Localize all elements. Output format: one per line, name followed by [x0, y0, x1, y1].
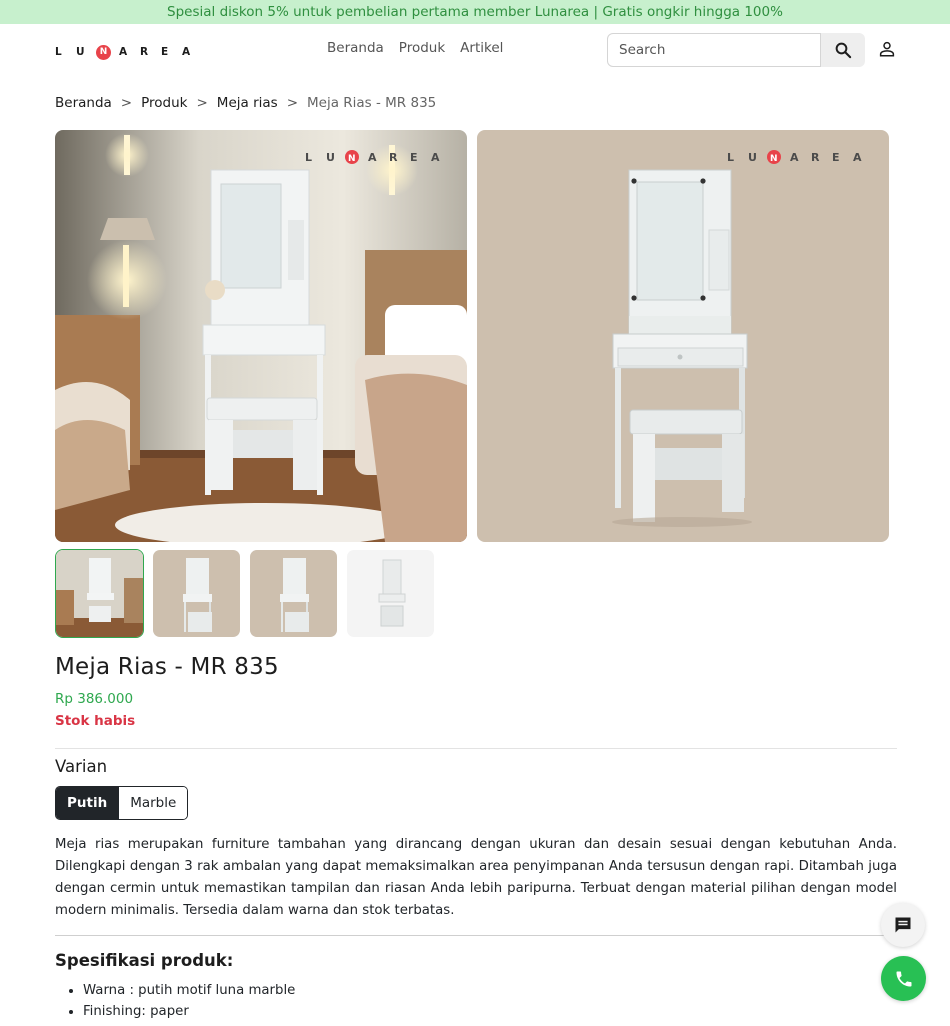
- search-bar: [607, 33, 865, 67]
- thumbnail-2[interactable]: [152, 549, 241, 638]
- product-image-secondary[interactable]: LU N AREA: [477, 130, 889, 542]
- logo-letter: A: [182, 46, 191, 58]
- svg-text:A: A: [431, 151, 440, 164]
- promo-banner: Spesial diskon 5% untuk pembelian pertam…: [0, 0, 950, 24]
- user-account-button[interactable]: [876, 38, 898, 60]
- nav-item-artikel[interactable]: Artikel: [460, 40, 503, 56]
- logo-letter: L: [55, 46, 62, 58]
- variant-label: Varian: [55, 757, 108, 776]
- breadcrumb-beranda[interactable]: Beranda: [55, 95, 112, 111]
- product-description: Meja rias merupakan furniture tambahan y…: [55, 837, 897, 918]
- thumbnail-3[interactable]: [249, 549, 338, 638]
- user-icon: [879, 41, 895, 57]
- phone-icon: [896, 971, 911, 986]
- breadcrumb-separator: >: [286, 95, 298, 111]
- stock-status: Stok habis: [55, 713, 136, 729]
- main-nav: Beranda Produk Artikel: [327, 40, 503, 56]
- svg-text:L: L: [305, 151, 312, 164]
- thumbnail-image: [153, 550, 240, 637]
- svg-text:A: A: [790, 151, 799, 164]
- svg-text:A: A: [853, 151, 862, 164]
- logo-letter: R: [140, 46, 149, 58]
- search-button[interactable]: [821, 33, 865, 67]
- svg-text:U: U: [748, 151, 757, 164]
- specs-title: Spesifikasi produk:: [55, 951, 234, 970]
- chat-icon: [895, 917, 911, 933]
- logo-letter-accent: N: [96, 44, 111, 60]
- svg-text:A: A: [368, 151, 377, 164]
- thumbnail-4[interactable]: [346, 549, 435, 638]
- thumbnail-strip: [55, 549, 435, 638]
- svg-text:L: L: [727, 151, 734, 164]
- product-title: Meja Rias - MR 835: [55, 654, 279, 680]
- breadcrumb-separator: >: [196, 95, 208, 111]
- breadcrumb-meja-rias[interactable]: Meja rias: [217, 95, 278, 111]
- call-button[interactable]: [881, 956, 926, 1001]
- search-input[interactable]: [607, 33, 821, 67]
- product-image-main[interactable]: LU N AREA: [55, 130, 467, 542]
- product-photo-studio: LU N AREA: [477, 130, 889, 542]
- search-icon: [835, 42, 852, 59]
- variant-selector: Putih Marble: [55, 786, 189, 820]
- brand-logo[interactable]: L U N A R E A: [55, 41, 203, 63]
- svg-text:R: R: [811, 151, 820, 164]
- breadcrumb-separator: >: [120, 95, 133, 111]
- logo-letter: E: [161, 46, 169, 58]
- variant-option-marble[interactable]: Marble: [118, 787, 188, 819]
- spec-item: Warna : putih motif luna marble: [83, 980, 295, 1001]
- chat-button[interactable]: [881, 903, 925, 947]
- breadcrumb-current: Meja Rias - MR 835: [307, 95, 437, 111]
- divider: [55, 748, 897, 749]
- divider: [55, 935, 897, 936]
- svg-text:U: U: [326, 151, 335, 164]
- logo-letter: A: [119, 46, 128, 58]
- breadcrumb-produk[interactable]: Produk: [141, 95, 187, 111]
- specs-list: Warna : putih motif luna marble Finishin…: [83, 980, 295, 1022]
- thumbnail-1[interactable]: [55, 549, 144, 638]
- thumbnail-image: [347, 550, 434, 637]
- product-price: Rp 386.000: [55, 691, 134, 707]
- breadcrumb: Beranda > Produk > Meja rias > Meja Rias…: [55, 95, 436, 111]
- thumbnail-image: [250, 550, 337, 637]
- thumbnail-image: [56, 550, 143, 637]
- svg-text:E: E: [410, 151, 418, 164]
- nav-item-produk[interactable]: Produk: [399, 40, 445, 56]
- svg-text:R: R: [389, 151, 398, 164]
- logo-letter: U: [76, 46, 85, 58]
- nav-item-beranda[interactable]: Beranda: [327, 40, 384, 56]
- svg-text:N: N: [348, 154, 356, 164]
- svg-text:N: N: [770, 154, 778, 164]
- svg-text:E: E: [832, 151, 840, 164]
- spec-item: Finishing: paper: [83, 1001, 295, 1022]
- product-photo-bedroom: LU N AREA: [55, 130, 467, 542]
- variant-option-putih[interactable]: Putih: [56, 787, 119, 819]
